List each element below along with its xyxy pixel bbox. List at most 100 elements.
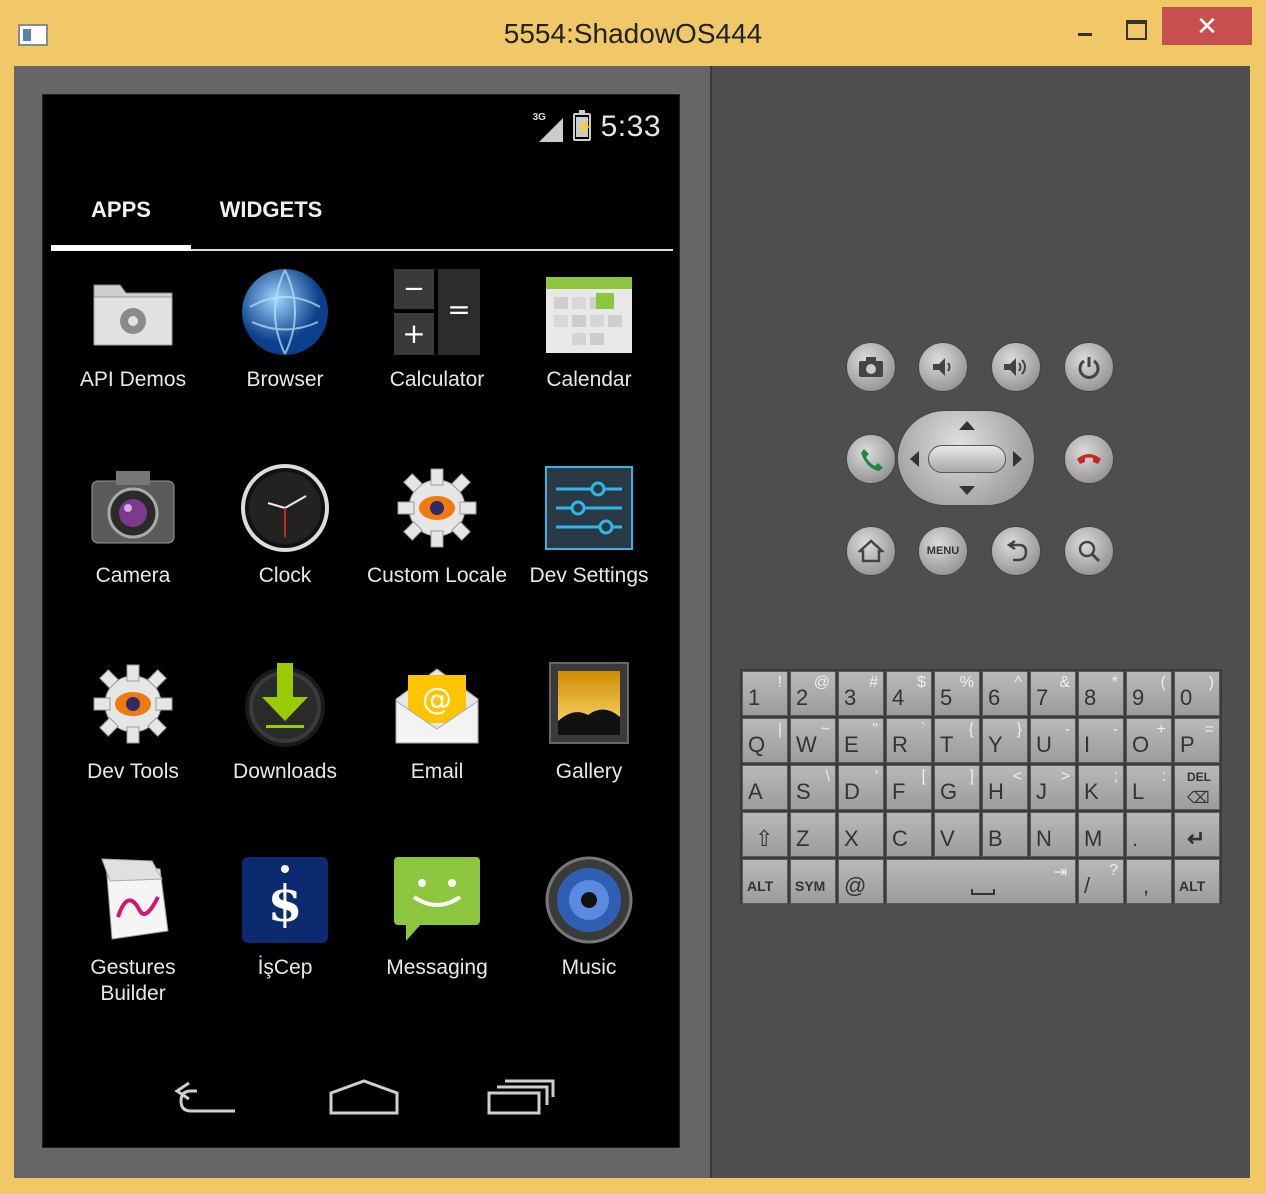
key-f[interactable]: F[: [886, 765, 932, 810]
recents-nav-icon[interactable]: [485, 1077, 555, 1117]
app-iscep[interactable]: $ İşCep: [209, 855, 361, 981]
key-t[interactable]: T{: [934, 718, 980, 763]
back-nav-icon[interactable]: [173, 1079, 243, 1119]
dpad-right-icon[interactable]: [1013, 451, 1022, 467]
tab-widgets[interactable]: WIDGETS: [201, 185, 341, 235]
key-x[interactable]: X: [838, 812, 884, 857]
key-p[interactable]: P =: [1174, 718, 1220, 763]
key-enter[interactable]: ↵: [1174, 812, 1220, 857]
app-calculator[interactable]: − + = Calculator: [361, 267, 513, 393]
key-w[interactable]: W ~: [790, 718, 836, 763]
gestures-icon: [88, 855, 178, 945]
key-o[interactable]: O +: [1126, 718, 1172, 763]
hardware-keyboard: 1! 2 @ 3 # 4 $ 5% 6 ^ 7 & 8 * 9( 0) Q | W ~ E " R…: [740, 669, 1222, 904]
key-sym[interactable]: SYM: [790, 859, 836, 904]
dpad-left-icon[interactable]: [910, 451, 919, 467]
app-messaging[interactable]: Messaging: [361, 855, 513, 981]
key-shift[interactable]: ⇧: [742, 812, 788, 857]
app-gestures-builder[interactable]: Gestures Builder: [57, 855, 209, 1007]
minimize-button[interactable]: [1062, 10, 1108, 50]
key-m[interactable]: M: [1078, 812, 1124, 857]
close-button[interactable]: ✕: [1162, 7, 1252, 45]
app-music[interactable]: Music: [513, 855, 665, 981]
key-9[interactable]: 9(: [1126, 671, 1172, 716]
dpad[interactable]: [897, 410, 1035, 506]
call-button[interactable]: [846, 434, 896, 484]
key-at[interactable]: @: [838, 859, 884, 904]
key-b[interactable]: B: [982, 812, 1028, 857]
battery-charging-icon: [572, 110, 591, 141]
app-dev-tools[interactable]: Dev Tools: [57, 659, 209, 785]
key-g[interactable]: G]: [934, 765, 980, 810]
key-v[interactable]: V: [934, 812, 980, 857]
camera-button[interactable]: [846, 342, 896, 392]
key-i[interactable]: I-: [1078, 718, 1124, 763]
key-period[interactable]: .: [1126, 812, 1172, 857]
key-c[interactable]: C: [886, 812, 932, 857]
key-r[interactable]: R `: [886, 718, 932, 763]
key-0[interactable]: 0): [1174, 671, 1220, 716]
app-api-demos[interactable]: API Demos: [57, 267, 209, 393]
emulator-client: 3G 5:33 APPS WIDGETS: [14, 66, 1250, 1178]
key-4[interactable]: 4 $: [886, 671, 932, 716]
key-2[interactable]: 2 @: [790, 671, 836, 716]
maximize-button[interactable]: [1110, 10, 1156, 50]
end-call-button[interactable]: [1064, 434, 1114, 484]
key-6[interactable]: 6 ^: [982, 671, 1028, 716]
key-l[interactable]: L:: [1126, 765, 1172, 810]
app-downloads[interactable]: Downloads: [209, 659, 361, 785]
app-custom-locale[interactable]: Custom Locale: [361, 463, 513, 589]
gear-icon: [392, 463, 482, 553]
key-3[interactable]: 3 #: [838, 671, 884, 716]
key-alt-left[interactable]: ALT: [742, 859, 788, 904]
key-comma[interactable]: ,: [1126, 859, 1172, 904]
app-gallery[interactable]: Gallery: [513, 659, 665, 785]
menu-button[interactable]: MENU: [918, 526, 968, 576]
back-icon: [1006, 539, 1028, 562]
key-slash[interactable]: /?: [1078, 859, 1124, 904]
key-j[interactable]: J >: [1030, 765, 1076, 810]
key-5[interactable]: 5%: [934, 671, 980, 716]
app-browser[interactable]: Browser: [209, 267, 361, 393]
key-alt-right[interactable]: ALT: [1174, 859, 1220, 904]
key-a[interactable]: A: [742, 765, 788, 810]
back-button[interactable]: [991, 526, 1041, 576]
home-button[interactable]: [846, 526, 896, 576]
panel-divider: [710, 66, 712, 1178]
key-h[interactable]: H <: [982, 765, 1028, 810]
key-d[interactable]: D ': [838, 765, 884, 810]
dpad-up-icon[interactable]: [959, 421, 975, 430]
dpad-center-button[interactable]: [928, 445, 1006, 473]
app-label: Dev Tools: [87, 760, 179, 783]
app-camera[interactable]: Camera: [57, 463, 209, 589]
enter-icon: ↵: [1187, 826, 1206, 851]
search-button[interactable]: [1064, 526, 1114, 576]
key-1[interactable]: 1!: [742, 671, 788, 716]
key-k[interactable]: K;: [1078, 765, 1124, 810]
power-icon: [1078, 357, 1100, 379]
key-7[interactable]: 7 &: [1030, 671, 1076, 716]
gear-icon: [88, 659, 178, 749]
volume-up-button[interactable]: [991, 342, 1041, 392]
app-label: Email: [410, 760, 464, 783]
tab-apps[interactable]: APPS: [51, 185, 191, 235]
app-email[interactable]: @ Email: [361, 659, 513, 785]
app-clock[interactable]: Clock: [209, 463, 361, 589]
key-u[interactable]: U-: [1030, 718, 1076, 763]
key-y[interactable]: Y}: [982, 718, 1028, 763]
dpad-down-icon[interactable]: [959, 486, 975, 495]
key-s[interactable]: S \: [790, 765, 836, 810]
key-q[interactable]: Q |: [742, 718, 788, 763]
key-n[interactable]: N: [1030, 812, 1076, 857]
iscep-icon: $: [240, 855, 330, 945]
key-z[interactable]: Z: [790, 812, 836, 857]
key-space[interactable]: ⇥: [886, 859, 1076, 904]
volume-down-button[interactable]: [918, 342, 968, 392]
power-button[interactable]: [1064, 342, 1114, 392]
key-del[interactable]: DEL ⌫: [1174, 765, 1220, 810]
key-e[interactable]: E ": [838, 718, 884, 763]
app-dev-settings[interactable]: Dev Settings: [513, 463, 665, 589]
home-nav-icon[interactable]: [327, 1077, 401, 1119]
app-calendar[interactable]: Calendar: [513, 267, 665, 393]
key-8[interactable]: 8 *: [1078, 671, 1124, 716]
